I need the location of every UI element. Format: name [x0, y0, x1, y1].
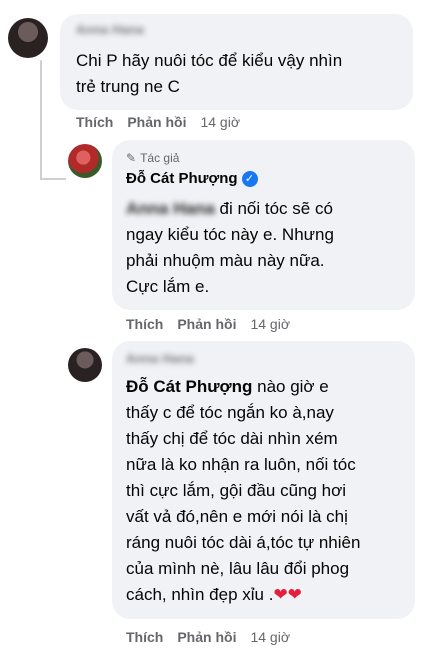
reply-button[interactable]: Phản hồi [177, 629, 236, 645]
mention[interactable]: Đỗ Cát Phượng [126, 377, 252, 396]
avatar[interactable] [68, 348, 102, 382]
comment-text: Chi P hãy nuôi tóc để kiểu vậy nhìn trẻ … [76, 51, 343, 96]
author-tag: ✎ Tác giả [126, 151, 179, 165]
like-button[interactable]: Thích [76, 114, 113, 130]
comment-actions: Thích Phản hồi 14 giờ [126, 629, 290, 645]
comment-author[interactable]: Anna Hana [76, 22, 144, 37]
avatar[interactable] [68, 144, 102, 178]
comment-author-row: Đỗ Cát Phượng ✓ [126, 170, 258, 187]
like-button[interactable]: Thích [126, 629, 163, 645]
comment-timestamp[interactable]: 14 giờ [250, 629, 290, 645]
thread-line-branch [40, 178, 66, 180]
comment-timestamp[interactable]: 14 giờ [250, 316, 290, 332]
pencil-icon: ✎ [126, 151, 137, 165]
thread-line [40, 60, 42, 180]
verified-icon: ✓ [241, 170, 258, 187]
reply-button[interactable]: Phản hồi [177, 316, 236, 332]
comment-author[interactable]: Anna Hana [126, 351, 194, 366]
comment-author[interactable]: Đỗ Cát Phượng [126, 170, 238, 187]
avatar[interactable] [8, 18, 48, 58]
comment-text: Đỗ Cát Phượng nào giờ e thấy c để tóc ng… [126, 374, 360, 608]
comment-text: Anna Hana đi nối tóc sẽ có ngay kiểu tóc… [126, 196, 334, 300]
like-button[interactable]: Thích [126, 316, 163, 332]
heart-emoji-icon: ❤❤ [273, 585, 302, 604]
reply-button[interactable]: Phản hồi [127, 114, 186, 130]
comment-actions: Thích Phản hồi 14 giờ [76, 114, 240, 130]
comment-actions: Thích Phản hồi 14 giờ [126, 316, 290, 332]
comment-body: nào giờ e thấy c để tóc ngắn ko à,nay th… [126, 377, 361, 604]
comment-timestamp[interactable]: 14 giờ [200, 114, 240, 130]
mention[interactable]: Anna Hana [126, 199, 215, 218]
author-tag-label: Tác giả [140, 151, 180, 165]
